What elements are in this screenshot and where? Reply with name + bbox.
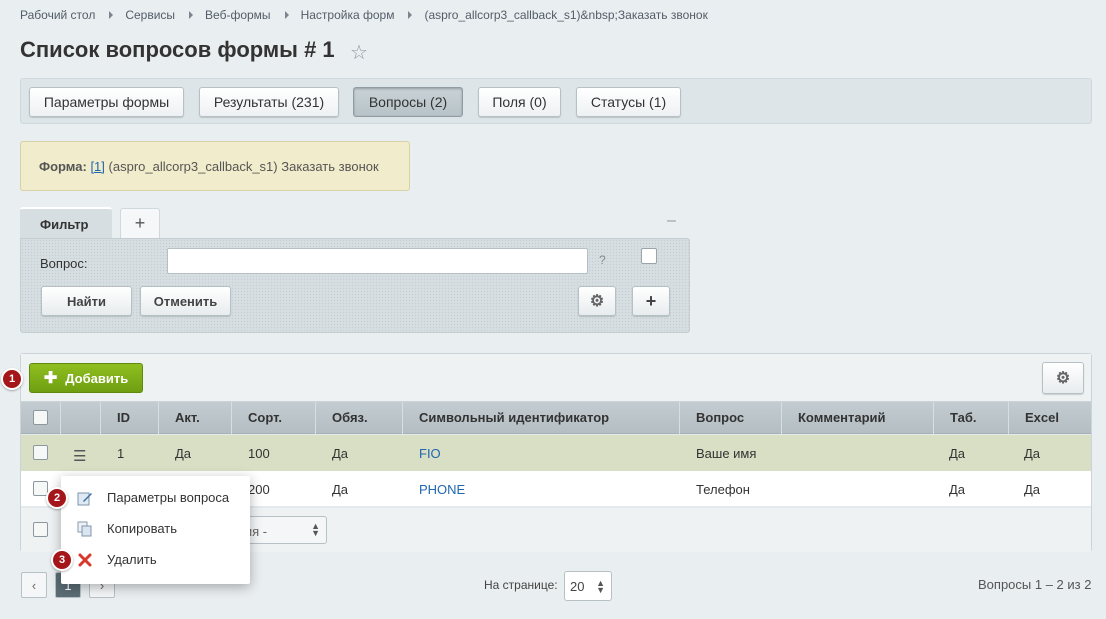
gear-icon: ⚙ <box>589 293 605 310</box>
plus-icon: ✚ <box>43 370 58 387</box>
find-button[interactable]: Найти <box>41 286 132 316</box>
add-filter-field-button[interactable]: + <box>632 286 670 316</box>
menu-item-question-params[interactable]: Параметры вопроса <box>61 484 250 512</box>
pager-prev-button[interactable]: ‹ <box>21 572 47 598</box>
gear-icon: ⚙ <box>1055 370 1071 387</box>
breadcrumb-item[interactable]: Настройка форм <box>301 8 395 22</box>
form-info-name: (aspro_allcorp3_callback_s1) Заказать зв… <box>108 159 379 174</box>
header-select-cell <box>21 402 61 434</box>
filter-question-input[interactable] <box>167 248 588 274</box>
form-tabs: Параметры формы Результаты (231) Вопросы… <box>20 78 1092 124</box>
select-all-checkbox[interactable] <box>33 410 48 425</box>
per-page-value: 20 <box>570 579 585 594</box>
cell-required: Да <box>332 482 349 497</box>
row-checkbox[interactable] <box>33 445 48 460</box>
menu-item-delete[interactable]: Удалить <box>61 546 250 574</box>
grid-settings-button[interactable]: ⚙ <box>1042 362 1084 394</box>
form-info-label: Форма: <box>39 159 87 174</box>
breadcrumb-separator-icon <box>109 11 114 19</box>
cell-tab: Да <box>949 482 966 497</box>
menu-item-copy[interactable]: Копировать <box>61 515 250 543</box>
delete-icon <box>78 553 92 567</box>
row-menu-icon[interactable]: ☰ <box>73 447 86 465</box>
cell-required: Да <box>332 446 349 461</box>
cell-sid-link[interactable]: PHONE <box>419 482 465 497</box>
cell-sort: 200 <box>248 482 270 497</box>
copy-icon <box>77 521 92 537</box>
row-context-menu: Параметры вопроса Копировать Удалить <box>61 476 250 584</box>
filter-question-label: Вопрос: <box>40 256 88 271</box>
breadcrumb-item[interactable]: Рабочий стол <box>20 8 95 22</box>
per-page-select[interactable]: 20 ▲ ▼ <box>564 571 612 601</box>
per-page-label: На странице: <box>484 578 558 592</box>
total-count: Вопросы 1 – 2 из 2 <box>978 577 1092 592</box>
add-button-label: Добавить <box>65 370 129 386</box>
step-badge: 1 <box>1 368 23 390</box>
tab-fields[interactable]: Поля (0) <box>478 87 561 117</box>
step-badge: 3 <box>51 549 73 571</box>
breadcrumb: Рабочий стол Сервисы Веб-формы Настройка… <box>20 8 708 22</box>
breadcrumb-separator-icon <box>284 11 289 19</box>
tab-form-params[interactable]: Параметры формы <box>29 87 184 117</box>
breadcrumb-item[interactable]: Веб-формы <box>205 8 271 22</box>
cell-tab: Да <box>949 446 966 461</box>
menu-item-label: Копировать <box>107 521 177 536</box>
breadcrumb-separator-icon <box>189 11 194 19</box>
filter-settings-button[interactable]: ⚙ <box>578 286 616 316</box>
cancel-button[interactable]: Отменить <box>140 286 231 316</box>
cell-excel: Да <box>1024 446 1041 461</box>
footer-select-all-checkbox[interactable] <box>33 522 48 537</box>
form-info-box: Форма: [1] (aspro_allcorp3_callback_s1) … <box>20 141 410 191</box>
cell-id: 1 <box>117 446 125 461</box>
column-header[interactable]: ID <box>101 402 159 434</box>
filter-panel: Вопрос: ? Найти Отменить ⚙ + <box>20 238 690 333</box>
cell-question: Ваше имя <box>696 446 757 461</box>
breadcrumb-item[interactable]: Сервисы <box>125 8 175 22</box>
page-title: Список вопросов формы # 1 <box>20 37 335 62</box>
column-header[interactable]: Символьный идентификатор <box>403 402 680 434</box>
breadcrumb-separator-icon <box>408 11 413 19</box>
grid-toolbar: ✚ Добавить ⚙ <box>21 354 1091 402</box>
tab-results[interactable]: Результаты (231) <box>199 87 339 117</box>
cell-sort: 100 <box>248 446 270 461</box>
column-header[interactable]: Excel <box>1009 402 1093 434</box>
favorite-star-icon[interactable]: ☆ <box>350 40 368 65</box>
filter-tab[interactable]: Фильтр <box>20 207 112 239</box>
add-question-button[interactable]: ✚ Добавить <box>29 363 143 393</box>
tab-statuses[interactable]: Статусы (1) <box>576 87 681 117</box>
column-header[interactable]: Сорт. <box>232 402 316 434</box>
filter-help-icon[interactable]: ? <box>599 253 606 267</box>
table-row[interactable]: ☰ 1 Да 100 Да FIO Ваше имя Да Да <box>21 435 1091 471</box>
breadcrumb-item[interactable]: (aspro_allcorp3_callback_s1)&nbsp;Заказа… <box>424 8 707 22</box>
cell-sid-link[interactable]: FIO <box>419 446 441 461</box>
menu-item-label: Удалить <box>107 552 157 567</box>
column-header[interactable]: Комментарий <box>782 402 934 434</box>
add-filter-tab-button[interactable]: + <box>120 208 160 238</box>
column-header[interactable]: Таб. <box>934 402 1009 434</box>
column-header[interactable]: Акт. <box>159 402 232 434</box>
tab-questions[interactable]: Вопросы (2) <box>353 87 463 117</box>
filter-field-checkbox[interactable] <box>641 248 657 264</box>
step-badge: 2 <box>46 487 68 509</box>
menu-item-label: Параметры вопроса <box>107 490 230 505</box>
filter-minimize-icon[interactable]: – <box>667 212 676 230</box>
cell-excel: Да <box>1024 482 1041 497</box>
edit-icon <box>77 492 92 506</box>
column-header[interactable]: Обяз. <box>316 402 403 434</box>
grid-header: ID Акт. Сорт. Обяз. Символьный идентифик… <box>21 402 1091 434</box>
header-action-cell <box>61 402 101 434</box>
select-arrows-icon: ▲ ▼ <box>596 578 605 595</box>
cell-active: Да <box>175 446 192 461</box>
column-header[interactable]: Вопрос <box>680 402 782 434</box>
form-id-link[interactable]: [1] <box>90 159 104 174</box>
select-arrows-icon: ▲ ▼ <box>311 521 320 538</box>
cell-question: Телефон <box>696 482 750 497</box>
